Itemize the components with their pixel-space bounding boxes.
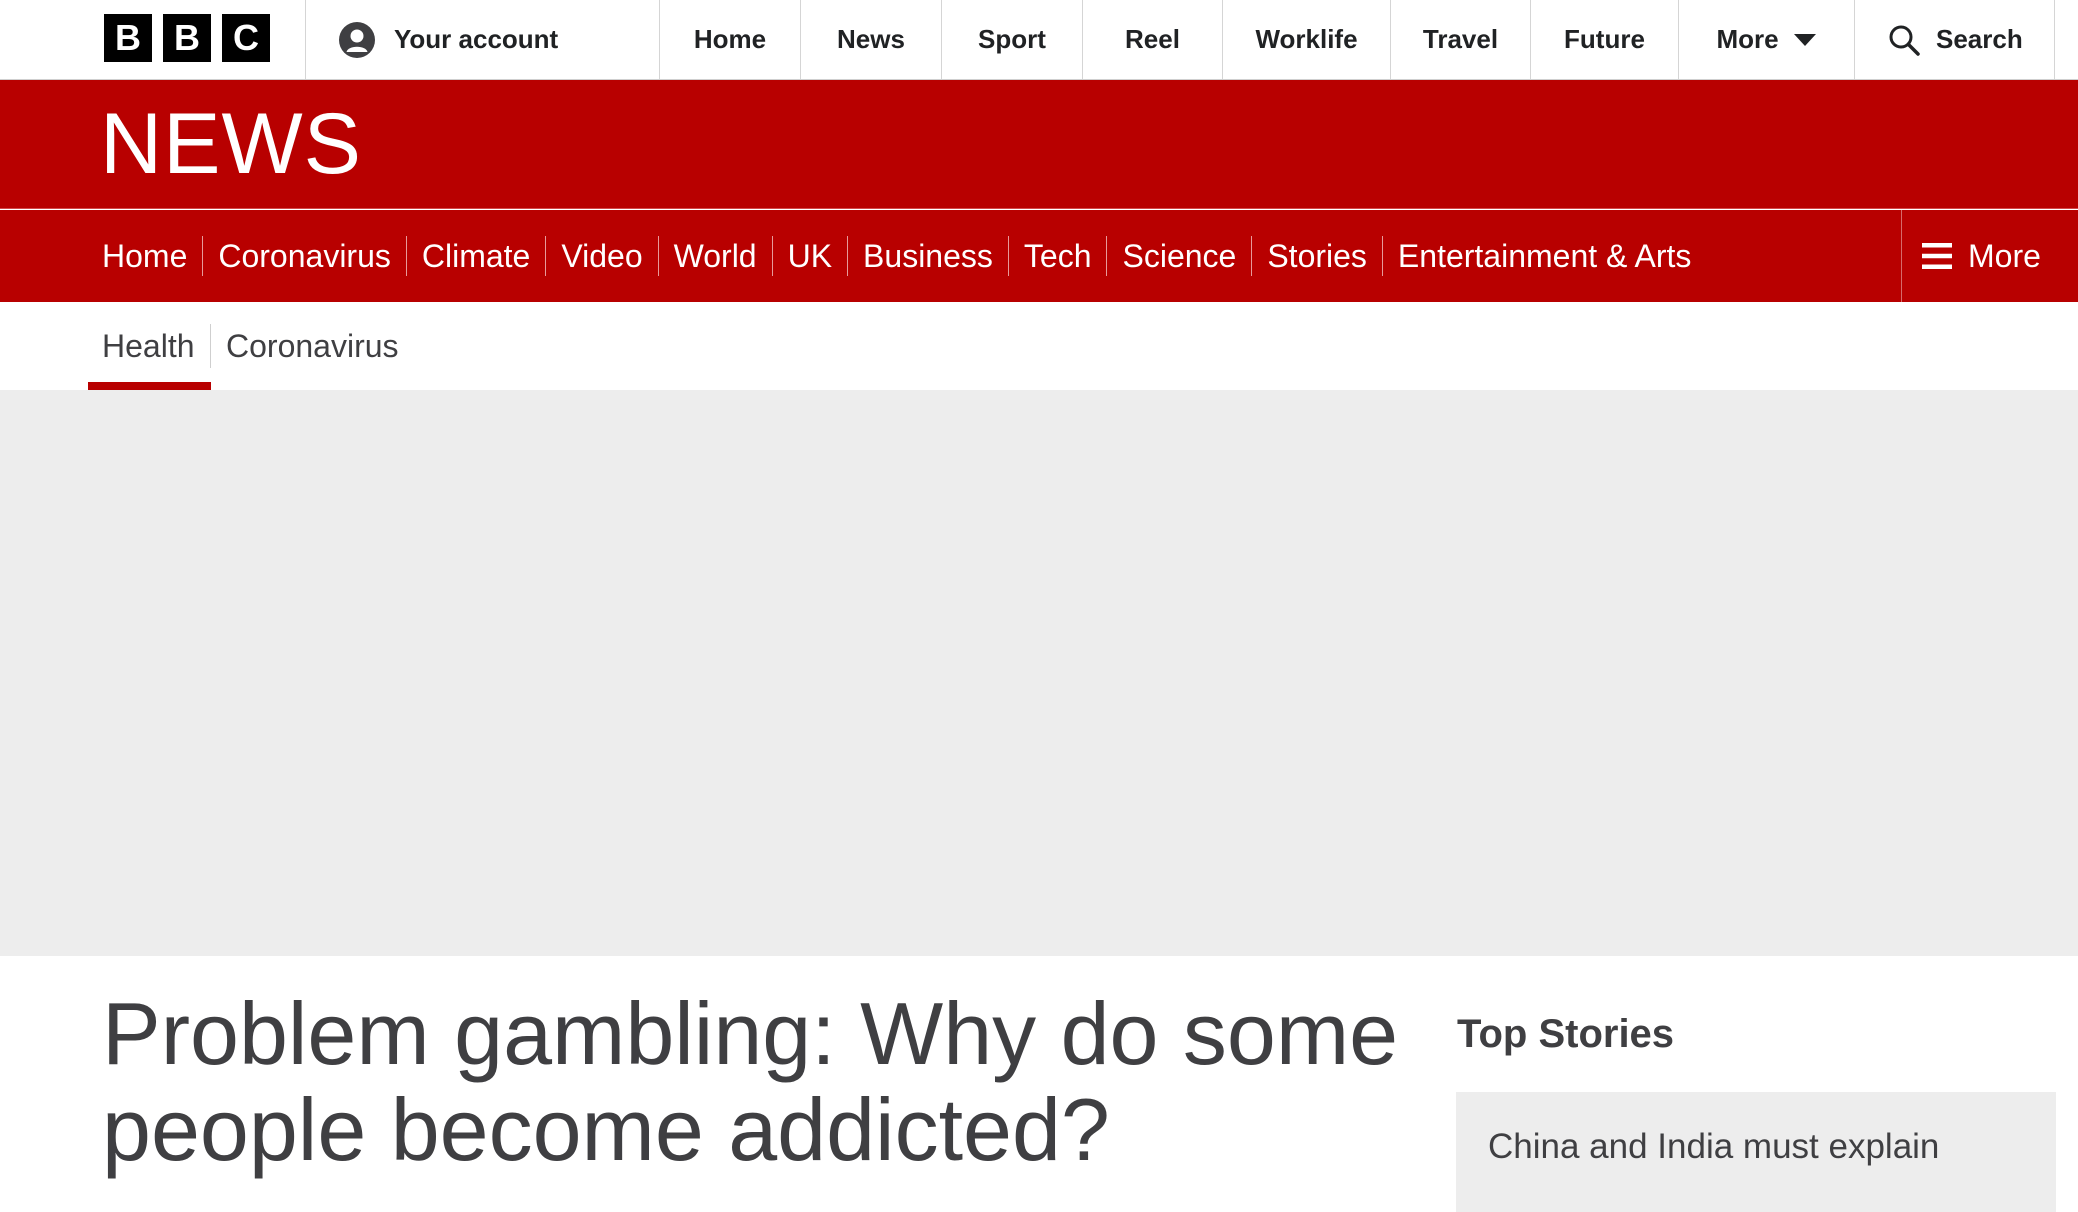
- more-label: More: [1716, 24, 1779, 54]
- bbc-logo-letter: B: [104, 14, 152, 62]
- global-nav-sport[interactable]: Sport: [942, 0, 1082, 79]
- top-stories-heading: Top Stories: [1457, 1012, 1675, 1056]
- news-section-nav: Home Coronavirus Climate Video World UK …: [0, 210, 2078, 302]
- your-account-link[interactable]: Your account: [338, 0, 558, 79]
- bbc-logo-letter: C: [222, 14, 270, 62]
- section-nav-uk[interactable]: UK: [757, 236, 832, 276]
- section-nav-entertainment-arts[interactable]: Entertainment & Arts: [1367, 236, 1691, 276]
- global-nav-more-button[interactable]: More: [1679, 0, 1854, 79]
- search-button[interactable]: Search: [1854, 0, 2078, 79]
- section-nav-home[interactable]: Home: [102, 238, 187, 275]
- section-nav-tech[interactable]: Tech: [993, 236, 1092, 276]
- subnav-item-coronavirus[interactable]: Coronavirus: [226, 302, 399, 390]
- top-story-headline: China and India must explain: [1488, 1127, 1940, 1166]
- divider: [210, 324, 211, 368]
- sub-section-nav: Health Coronavirus: [0, 302, 2078, 390]
- section-nav-stories[interactable]: Stories: [1236, 236, 1367, 276]
- search-label: Search: [1936, 24, 2023, 54]
- divider: [2054, 0, 2055, 79]
- article-headline: Problem gambling: Why do some people bec…: [102, 984, 1399, 1179]
- bbc-news-wordmark[interactable]: NEWS: [100, 101, 362, 187]
- bbc-logo-letter: B: [163, 14, 211, 62]
- section-nav-business[interactable]: Business: [832, 236, 993, 276]
- top-story-card[interactable]: China and India must explain: [1456, 1092, 2056, 1212]
- section-nav-coronavirus[interactable]: Coronavirus: [187, 236, 391, 276]
- section-nav-more-label: More: [1968, 237, 2041, 274]
- global-nav-home[interactable]: Home: [660, 0, 800, 79]
- active-tab-indicator: [88, 382, 211, 390]
- media-placeholder: [0, 390, 2078, 956]
- section-nav-climate[interactable]: Climate: [391, 236, 530, 276]
- account-label: Your account: [394, 24, 559, 54]
- global-nav-reel[interactable]: Reel: [1083, 0, 1222, 79]
- chevron-down-icon: [1793, 33, 1816, 46]
- section-nav-list: Home Coronavirus Climate Video World UK …: [102, 210, 1691, 302]
- section-nav-world[interactable]: World: [643, 236, 757, 276]
- section-nav-science[interactable]: Science: [1091, 236, 1236, 276]
- bbc-global-header: B B C Your account Home News Sport Reel …: [0, 0, 2078, 80]
- news-banner: NEWS: [0, 80, 2078, 209]
- global-nav-news[interactable]: News: [801, 0, 941, 79]
- global-nav-future[interactable]: Future: [1531, 0, 1678, 79]
- section-nav-more-button[interactable]: More: [1901, 210, 2078, 302]
- search-icon: [1889, 25, 1920, 56]
- account-icon: [339, 21, 375, 58]
- divider: [305, 0, 306, 79]
- subnav-item-health[interactable]: Health: [102, 302, 195, 390]
- global-nav-travel[interactable]: Travel: [1391, 0, 1530, 79]
- global-nav-worklife[interactable]: Worklife: [1223, 0, 1390, 79]
- hamburger-menu-icon: [1922, 243, 1952, 269]
- section-nav-video[interactable]: Video: [530, 236, 642, 276]
- bbc-logo[interactable]: B B C: [104, 14, 270, 62]
